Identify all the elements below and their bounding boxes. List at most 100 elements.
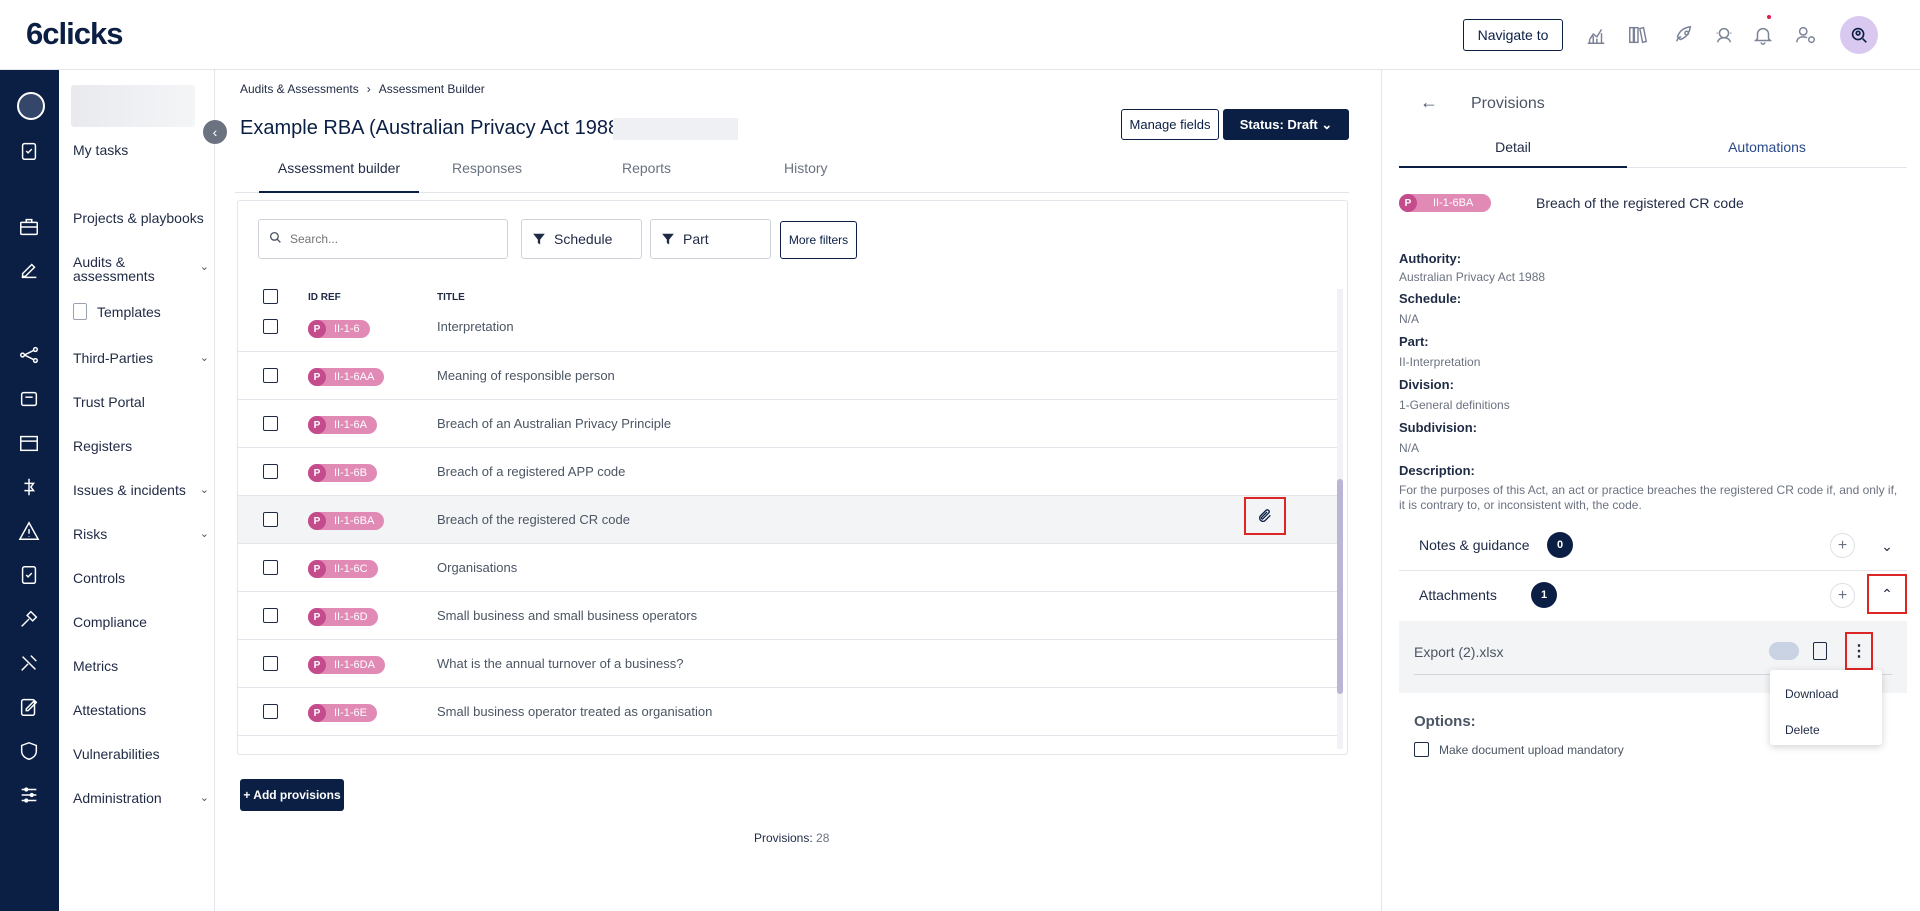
controls-icon[interactable] (16, 562, 42, 588)
avatar[interactable] (1840, 16, 1878, 54)
analytics-icon[interactable] (1583, 22, 1609, 48)
sidebar-item-my-tasks[interactable]: My tasks (73, 143, 209, 157)
schedule-filter[interactable]: Schedule (521, 219, 642, 259)
sidebar-item-administration[interactable]: Administration ⌄ (73, 791, 209, 805)
title-placeholder (613, 118, 738, 140)
scrollbar-thumb[interactable] (1337, 479, 1343, 694)
table-row[interactable]: P II-1-6B Breach of a registered APP code (238, 448, 1338, 496)
network-icon[interactable] (16, 342, 42, 368)
portal-icon[interactable] (16, 386, 42, 412)
attachment-toggle[interactable] (1769, 642, 1799, 660)
table-row[interactable]: P II-1-6DA What is the annual turnover of… (238, 640, 1338, 688)
sidebar-item-metrics[interactable]: Metrics (73, 659, 209, 673)
search-input[interactable] (290, 232, 490, 246)
workspace-avatar[interactable] (17, 92, 45, 120)
subdivision-label: Subdivision: (1399, 420, 1477, 435)
row-checkbox[interactable] (263, 368, 278, 383)
warning-icon[interactable] (16, 518, 42, 544)
briefcase-icon[interactable] (16, 214, 42, 240)
rocket-icon[interactable] (1670, 22, 1696, 48)
provision-badge: P II-1-6A (308, 416, 378, 434)
search-box[interactable] (258, 219, 508, 259)
table-scrollbar[interactable] (1337, 289, 1343, 749)
support-icon[interactable] (1711, 22, 1737, 48)
compliance-icon[interactable] (16, 606, 42, 632)
file-icon[interactable] (1813, 642, 1827, 660)
attachment-button[interactable] (1244, 497, 1286, 535)
tools-icon[interactable] (16, 650, 42, 676)
table-row-selected[interactable]: P II-1-6BA Breach of the registered CR co… (238, 496, 1338, 544)
tab-automations[interactable]: Automations (1627, 139, 1907, 168)
table-row[interactable]: P II-1-6D Small business and small busine… (238, 592, 1338, 640)
issues-icon[interactable] (16, 474, 42, 500)
mandatory-upload-checkbox[interactable] (1414, 742, 1429, 757)
sidebar-item-vulnerabilities[interactable]: Vulnerabilities (73, 747, 209, 761)
attachments-count-badge: 1 (1531, 582, 1557, 608)
attestation-icon[interactable] (16, 694, 42, 720)
attachment-filename[interactable]: Export (2).xlsx (1414, 644, 1503, 660)
manage-fields-button[interactable]: Manage fields (1121, 109, 1219, 140)
sidebar-item-third-parties[interactable]: Third-Parties ⌄ (73, 351, 209, 365)
sidebar-item-projects[interactable]: Projects & playbooks (73, 211, 209, 225)
sidebar-item-compliance[interactable]: Compliance (73, 615, 209, 629)
sidebar-item-attestations[interactable]: Attestations (73, 703, 209, 717)
row-title: Breach of a registered APP code (437, 464, 626, 479)
library-icon[interactable] (1625, 22, 1651, 48)
tab-history[interactable]: History (784, 160, 828, 193)
chevron-left-icon: ‹ (212, 124, 218, 140)
user-settings-icon[interactable] (1793, 22, 1819, 48)
chevron-down-icon[interactable]: ⌄ (1867, 526, 1907, 566)
table-row[interactable]: P II-1-6E Small business operator treated… (238, 688, 1338, 736)
sidebar-item-audits[interactable]: Audits & assessments ⌄ (73, 255, 209, 283)
more-filters-button[interactable]: More filters (780, 221, 857, 259)
edit-icon[interactable] (16, 257, 42, 283)
column-id-ref[interactable]: ID REF (308, 292, 341, 303)
add-attachment-button[interactable]: + (1830, 583, 1855, 608)
tab-responses[interactable]: Responses (452, 160, 522, 193)
row-checkbox[interactable] (263, 319, 278, 334)
sidebar-item-controls[interactable]: Controls (73, 571, 209, 585)
attachments-section[interactable]: Attachments 1 + ⌃ (1399, 571, 1907, 621)
mandatory-upload-label[interactable]: Make document upload mandatory (1439, 743, 1624, 757)
row-checkbox[interactable] (263, 608, 278, 623)
sidebar-item-trust-portal[interactable]: Trust Portal (73, 395, 209, 409)
sidebar-item-issues[interactable]: Issues & incidents ⌄ (73, 483, 209, 497)
tab-assessment-builder[interactable]: Assessment builder (259, 160, 419, 193)
tab-reports[interactable]: Reports (622, 160, 671, 193)
menu-item-download[interactable]: Download (1785, 687, 1838, 701)
part-filter[interactable]: Part (650, 219, 771, 259)
row-checkbox[interactable] (263, 512, 278, 527)
bell-icon[interactable] (1750, 15, 1776, 48)
collapse-sidebar-button[interactable]: ‹ (203, 120, 227, 144)
table-row[interactable]: P II-1-6AA Meaning of responsible person (238, 352, 1338, 400)
add-provisions-button[interactable]: + Add provisions (240, 779, 344, 811)
shield-icon[interactable] (16, 738, 42, 764)
navigate-to-button[interactable]: Navigate to (1463, 19, 1563, 51)
back-arrow-icon[interactable]: ← (1420, 92, 1438, 113)
table-row[interactable]: P II-1-6C Organisations (238, 544, 1338, 592)
logo[interactable]: 6clicks (26, 16, 123, 52)
tasks-icon[interactable] (16, 138, 42, 164)
row-checkbox[interactable] (263, 704, 278, 719)
menu-item-delete[interactable]: Delete (1785, 723, 1820, 737)
column-title[interactable]: TITLE (437, 292, 465, 303)
more-options-icon[interactable]: ⋮ (1845, 632, 1873, 670)
sidebar-item-risks[interactable]: Risks ⌄ (73, 527, 209, 541)
chevron-up-icon[interactable]: ⌃ (1867, 574, 1907, 614)
row-checkbox[interactable] (263, 464, 278, 479)
table-row[interactable]: P II-1-6A Breach of an Australian Privacy… (238, 400, 1338, 448)
status-dropdown-button[interactable]: Status: Draft ⌄ (1223, 109, 1349, 140)
row-checkbox[interactable] (263, 656, 278, 671)
sidebar-item-templates[interactable]: Templates (73, 303, 161, 320)
notes-section[interactable]: Notes & guidance 0 + ⌄ (1399, 522, 1907, 571)
row-checkbox[interactable] (263, 416, 278, 431)
sidebar-item-registers[interactable]: Registers (73, 439, 209, 453)
row-checkbox[interactable] (263, 560, 278, 575)
add-note-button[interactable]: + (1830, 533, 1855, 558)
breadcrumb-audits[interactable]: Audits & Assessments (240, 82, 359, 96)
registers-icon[interactable] (16, 430, 42, 456)
tab-detail[interactable]: Detail (1399, 139, 1627, 168)
select-all-checkbox[interactable] (263, 289, 278, 304)
table-row[interactable]: P II-1-6 Interpretation (238, 303, 1338, 352)
sliders-icon[interactable] (16, 782, 42, 808)
